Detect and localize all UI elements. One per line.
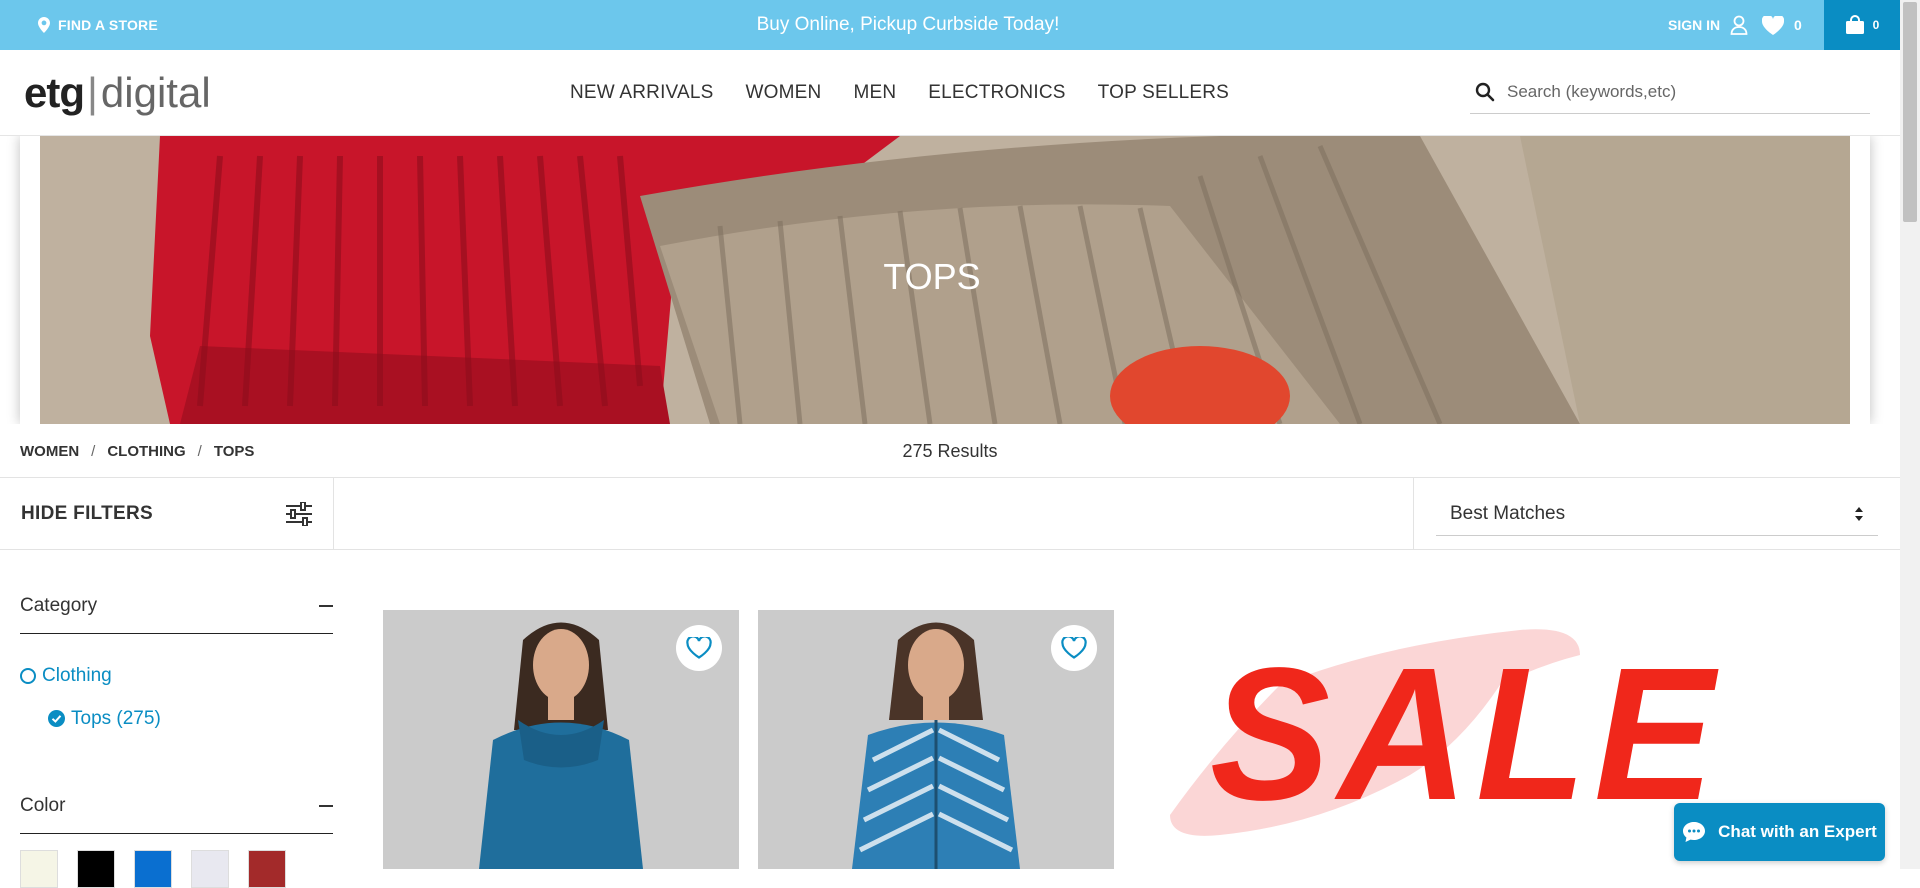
logo-digital: digital (100, 69, 211, 116)
nav-men[interactable]: MEN (853, 82, 896, 104)
shopping-bag-button[interactable]: 0 (1824, 0, 1900, 50)
search-icon[interactable] (1475, 82, 1495, 102)
sign-in-link[interactable]: SIGN IN (1668, 0, 1748, 50)
product-card[interactable] (758, 610, 1114, 869)
collapse-icon[interactable] (319, 804, 333, 807)
sort-value: Best Matches (1450, 502, 1566, 524)
check-circle-icon (48, 710, 65, 727)
nav-top-sellers[interactable]: TOP SELLERS (1098, 82, 1229, 104)
logo-etg: etg (24, 69, 85, 116)
hide-filters-label: HIDE FILTERS (21, 503, 154, 524)
add-to-wishlist-button[interactable] (676, 625, 722, 671)
bag-count: 0 (1872, 18, 1880, 32)
nav-new-arrivals[interactable]: NEW ARRIVALS (570, 82, 714, 104)
product-card[interactable] (383, 610, 739, 869)
breadcrumb: WOMEN / CLOTHING / TOPS (20, 424, 254, 478)
sign-in-label: SIGN IN (1668, 17, 1721, 33)
wishlist-link[interactable]: 0 (1762, 0, 1802, 50)
filter-sliders-icon (286, 502, 312, 526)
site-logo[interactable]: etg | digital (24, 66, 211, 120)
category-facet-title: Category (20, 594, 98, 616)
sale-text: SALE (1210, 628, 1723, 840)
promo-message: Buy Online, Pickup Curbside Today! (756, 14, 1060, 35)
category-hero: TOPS (0, 136, 1900, 424)
breadcrumb-tops[interactable]: TOPS (214, 443, 255, 460)
promo-bar: FIND A STORE Buy Online, Pickup Curbside… (0, 0, 1900, 50)
filter-bar: HIDE FILTERS Best Matches (0, 478, 1900, 550)
category-item-label: Tops (275) (71, 707, 161, 729)
breadcrumb-women[interactable]: WOMEN (20, 443, 79, 460)
heart-icon (1762, 15, 1784, 35)
breadcrumb-clothing[interactable]: CLOTHING (107, 443, 185, 460)
search-bar (1470, 70, 1870, 114)
category-list: Clothing Tops (275) (20, 634, 333, 770)
color-swatch-black[interactable] (77, 850, 115, 888)
category-item-clothing[interactable]: Clothing (20, 654, 333, 697)
shopping-bag-icon (1845, 15, 1864, 34)
nav-women[interactable]: WOMEN (746, 82, 822, 104)
sort-select[interactable]: Best Matches (1436, 492, 1878, 536)
color-swatch-red[interactable] (248, 850, 286, 888)
site-header: etg | digital NEW ARRIVALS WOMEN MEN ELE… (0, 50, 1900, 136)
collapse-icon[interactable] (319, 604, 333, 607)
hero-title: TOPS (883, 256, 981, 297)
breadcrumb-separator: / (197, 442, 202, 460)
color-swatch-lavender[interactable] (191, 850, 229, 888)
logo-separator: | (87, 69, 98, 116)
color-swatches (20, 850, 333, 888)
category-item-label: Clothing (42, 664, 112, 686)
sale-promo-tile[interactable]: SALE (1160, 625, 1714, 845)
breadcrumb-row: 275 Results WOMEN / CLOTHING / TOPS (0, 424, 1900, 478)
page-scrollbar[interactable] (1900, 0, 1920, 869)
hero-image: TOPS (20, 136, 1870, 424)
hide-filters-button[interactable]: HIDE FILTERS (0, 478, 334, 550)
add-to-wishlist-button[interactable] (1051, 625, 1097, 671)
sort-arrows-icon (1855, 506, 1863, 521)
category-facet-header[interactable]: Category (20, 550, 333, 634)
chat-bubble-icon (1683, 822, 1706, 842)
breadcrumb-separator: / (91, 442, 96, 460)
filter-sidebar: Category Clothing Tops (275) Color (20, 550, 333, 888)
heart-outline-icon (1061, 637, 1087, 659)
category-item-tops[interactable]: Tops (275) (20, 697, 333, 740)
color-facet-title: Color (20, 794, 66, 816)
color-facet-header[interactable]: Color (20, 770, 333, 834)
chat-label: Chat with an Expert (1718, 822, 1877, 841)
main-nav: NEW ARRIVALS WOMEN MEN ELECTRONICS TOP S… (570, 50, 1261, 136)
search-input[interactable] (1507, 81, 1847, 102)
heart-outline-icon (686, 637, 712, 659)
scrollbar-thumb[interactable] (1903, 2, 1917, 222)
nav-electronics[interactable]: ELECTRONICS (928, 82, 1065, 104)
user-icon (1730, 15, 1748, 35)
color-swatch-cream[interactable] (20, 850, 58, 888)
color-swatch-blue[interactable] (134, 850, 172, 888)
wishlist-count: 0 (1794, 17, 1802, 33)
chat-with-expert-button[interactable]: Chat with an Expert (1674, 803, 1885, 861)
results-count: 275 Results (902, 440, 998, 461)
sort-container: Best Matches (1413, 478, 1900, 550)
radio-empty-icon (20, 667, 36, 684)
